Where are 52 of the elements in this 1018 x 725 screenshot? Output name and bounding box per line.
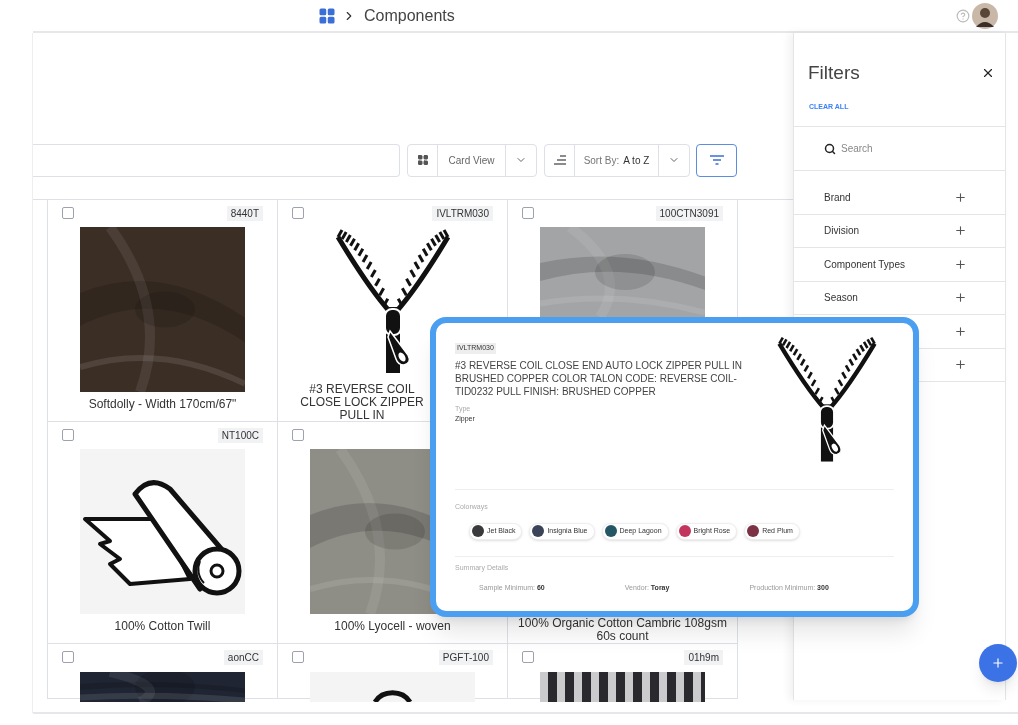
checkbox[interactable] (292, 651, 304, 663)
checkbox[interactable] (62, 429, 74, 441)
help-icon[interactable] (956, 8, 970, 23)
checkbox[interactable] (62, 207, 74, 219)
item-code: NT100C (217, 428, 263, 443)
add-button[interactable] (979, 644, 1017, 682)
checkbox[interactable] (522, 207, 534, 219)
filter-row[interactable]: Division (794, 214, 1005, 248)
item-code: aonCC (223, 650, 263, 665)
filter-search-field[interactable]: Search (841, 141, 873, 156)
item-title: 100% Organic Cotton Cambric 108gsm 60s count (517, 617, 728, 643)
page-title: Components (364, 5, 455, 26)
checkbox[interactable] (522, 651, 534, 663)
expand-icon (954, 224, 967, 238)
item-title: #3 REVERSE COIL CLOSE LOCK ZIPPER PULL IN (299, 383, 425, 422)
expand-icon (954, 257, 967, 271)
filter-label: Component Types (824, 257, 905, 272)
sort-value[interactable]: A to Z (623, 152, 650, 168)
item-title: Softdolly - Width 170cm/67" (87, 398, 238, 411)
avatar[interactable] (972, 2, 998, 29)
checkbox[interactable] (292, 429, 304, 441)
expand-icon (954, 324, 967, 338)
fabric-roll-icon (80, 449, 245, 614)
expand-icon (954, 291, 967, 305)
filter-icon (709, 155, 724, 165)
filter-label: Brand (824, 190, 851, 205)
filter-label: Season (824, 291, 858, 306)
expand-icon (954, 358, 967, 372)
filter-button[interactable] (696, 143, 737, 177)
checkbox[interactable] (62, 651, 74, 663)
filter-label: Division (824, 224, 859, 239)
search-field[interactable] (33, 143, 400, 177)
apps-grid-icon[interactable] (318, 6, 336, 25)
search-icon (824, 142, 836, 155)
item-code: PGFT-100 (438, 650, 493, 665)
item-code: 01h9m (684, 650, 723, 665)
filter-row[interactable]: Season (794, 281, 1005, 315)
sort-label: Sort By: (583, 153, 620, 168)
item-code: 100CTN3091 (655, 206, 723, 221)
expand-icon (954, 190, 967, 204)
item-title: #3 REVERSE COIL CLOSE END AUTO LOCK ZIPPER PULL IN BRUSHED COPPER COLOR TALON CODE: REVERSE COIL-TID0232 PULL FINISH: BRUSHED COPPER (455, 358, 743, 398)
item-title: 100% Cotton Twill (113, 620, 212, 633)
sort-icon[interactable] (553, 155, 566, 165)
filter-row[interactable]: Brand (794, 181, 1005, 215)
filter-row[interactable]: Component Types (794, 248, 1005, 282)
item-code: 8440T (226, 206, 263, 221)
grid-icon[interactable] (416, 154, 429, 166)
checkbox[interactable] (292, 207, 304, 219)
plus-icon (991, 656, 1005, 670)
item-code: IVLTRM030 (432, 206, 493, 221)
filters-title: Filters (808, 61, 860, 85)
item-title: 100% Lyocell - woven (333, 620, 452, 633)
